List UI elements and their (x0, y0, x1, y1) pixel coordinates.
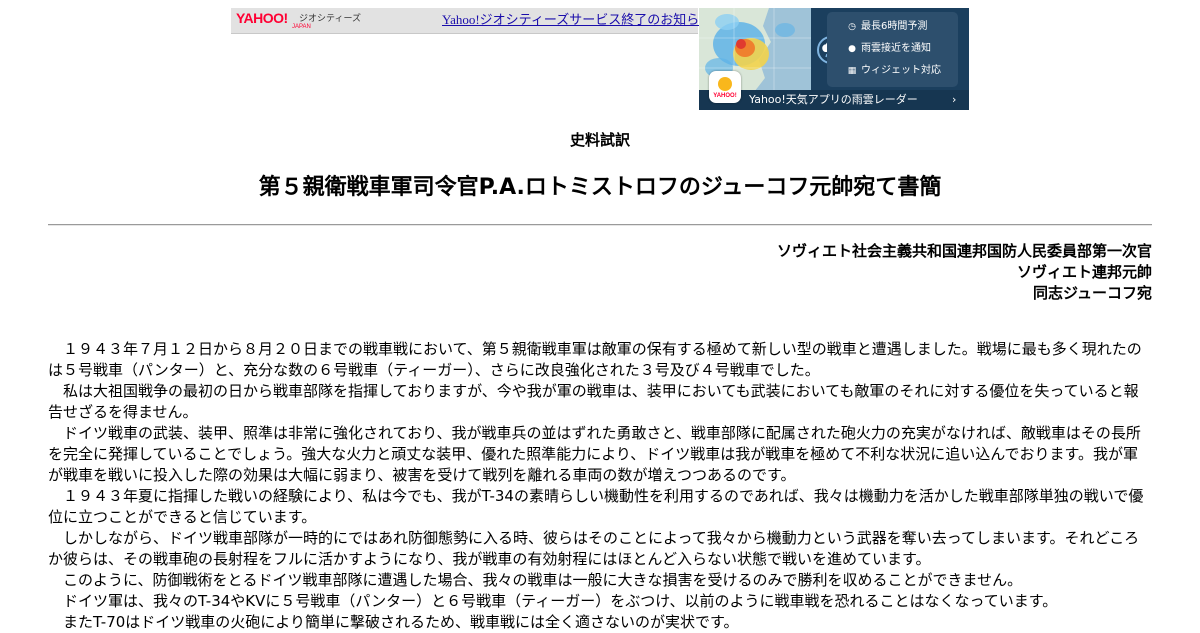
ad-feature-label: 雨雲接近を通知 (861, 43, 931, 54)
letter-paragraph: ドイツ戦車の武装、装甲、照準は非常に強化されており、我が戦車兵の並はずれた勇敢さ… (48, 424, 1141, 484)
addressee-line: 同志ジューコフ宛 (1033, 284, 1152, 302)
ad-feature-panel: ◷ 最長6時間予測 ● 雨雲接近を通知 ▦ ウィジェット対応 (827, 12, 958, 87)
ad-cta-text[interactable]: Yahoo!天気アプリの雨雲レーダー (749, 92, 918, 108)
letter-paragraph: ドイツ軍は、我々のT-34やKVに５号戦車（パンター）と６号戦車（ティーガー）を… (63, 592, 1058, 610)
addressee-line: ソヴィエト連邦元帥 (1016, 263, 1152, 281)
pin-icon: ● (848, 44, 856, 54)
addressee-block: ソヴィエト社会主義共和国連邦国防人民委員部第一次官 ソヴィエト連邦元帥 同志ジュ… (777, 241, 1152, 304)
document-kicker: 史料試訳 (569, 131, 630, 149)
widget-icon: ▦ (847, 66, 857, 76)
yahoo-logo-sub: JAPAN (292, 24, 311, 30)
service-name: ジオシティーズ (299, 14, 362, 24)
letter-paragraph: １９４３年夏に指揮した戦いの経験により、私は今でも、我がT-34の素晴らしい機動… (48, 487, 1144, 526)
sun-icon (718, 77, 732, 91)
letter-paragraph: １９４３年７月１２日から８月２０日までの戦車戦において、第５親衛戦車軍は敵軍の保… (48, 340, 1142, 379)
weather-app-icon: YAHOO! (709, 71, 741, 103)
geocities-header-bar: YAHOO! JAPAN ジオシティーズ Yahoo!ジオシティーズサービス終了… (231, 8, 712, 34)
clock-icon: ◷ (848, 22, 856, 32)
ad-feature-item: ● 雨雲接近を通知 (847, 41, 931, 57)
letter-paragraph: しかしながら、ドイツ戦車部隊が一時的にではあれ防御態勢に入る時、彼らはそのことに… (48, 529, 1140, 568)
ad-feature-label: 最長6時間予測 (861, 21, 928, 32)
letter-paragraph: 私は大祖国戦争の最初の日から戦車部隊を指揮しておりますが、今や我が軍の戦車は、装… (48, 382, 1139, 421)
document-title: 第５親衛戦車軍司令官P.A.ロトミストロフのジューコフ元帥宛て書簡 (258, 175, 942, 200)
horizontal-divider (48, 224, 1152, 226)
letter-body: １９４３年７月１２日から８月２０日までの戦車戦において、第５親衛戦車軍は敵軍の保… (48, 339, 1152, 633)
weather-app-ad-banner[interactable]: ◷ 最長6時間予測 ● 雨雲接近を通知 ▦ ウィジェット対応 YAHOO! Yahoo… (699, 8, 969, 110)
yahoo-logo[interactable]: YAHOO! (236, 11, 288, 25)
ad-feature-item: ◷ 最長6時間予測 (847, 19, 927, 35)
service-end-notice-link[interactable]: Yahoo!ジオシティーズサービス終了のお知らせ (442, 12, 712, 28)
app-icon-label: YAHOO! (713, 93, 737, 99)
addressee-line: ソヴィエト社会主義共和国連邦国防人民委員部第一次官 (776, 242, 1152, 260)
ad-feature-item: ▦ ウィジェット対応 (847, 63, 941, 79)
chevron-right-icon: › (952, 93, 957, 106)
ad-feature-label: ウィジェット対応 (861, 65, 941, 76)
letter-paragraph: このように、防御戦術をとるドイツ戦車部隊に遭遇した場合、我々の戦車は一般に大きな… (63, 571, 1023, 589)
